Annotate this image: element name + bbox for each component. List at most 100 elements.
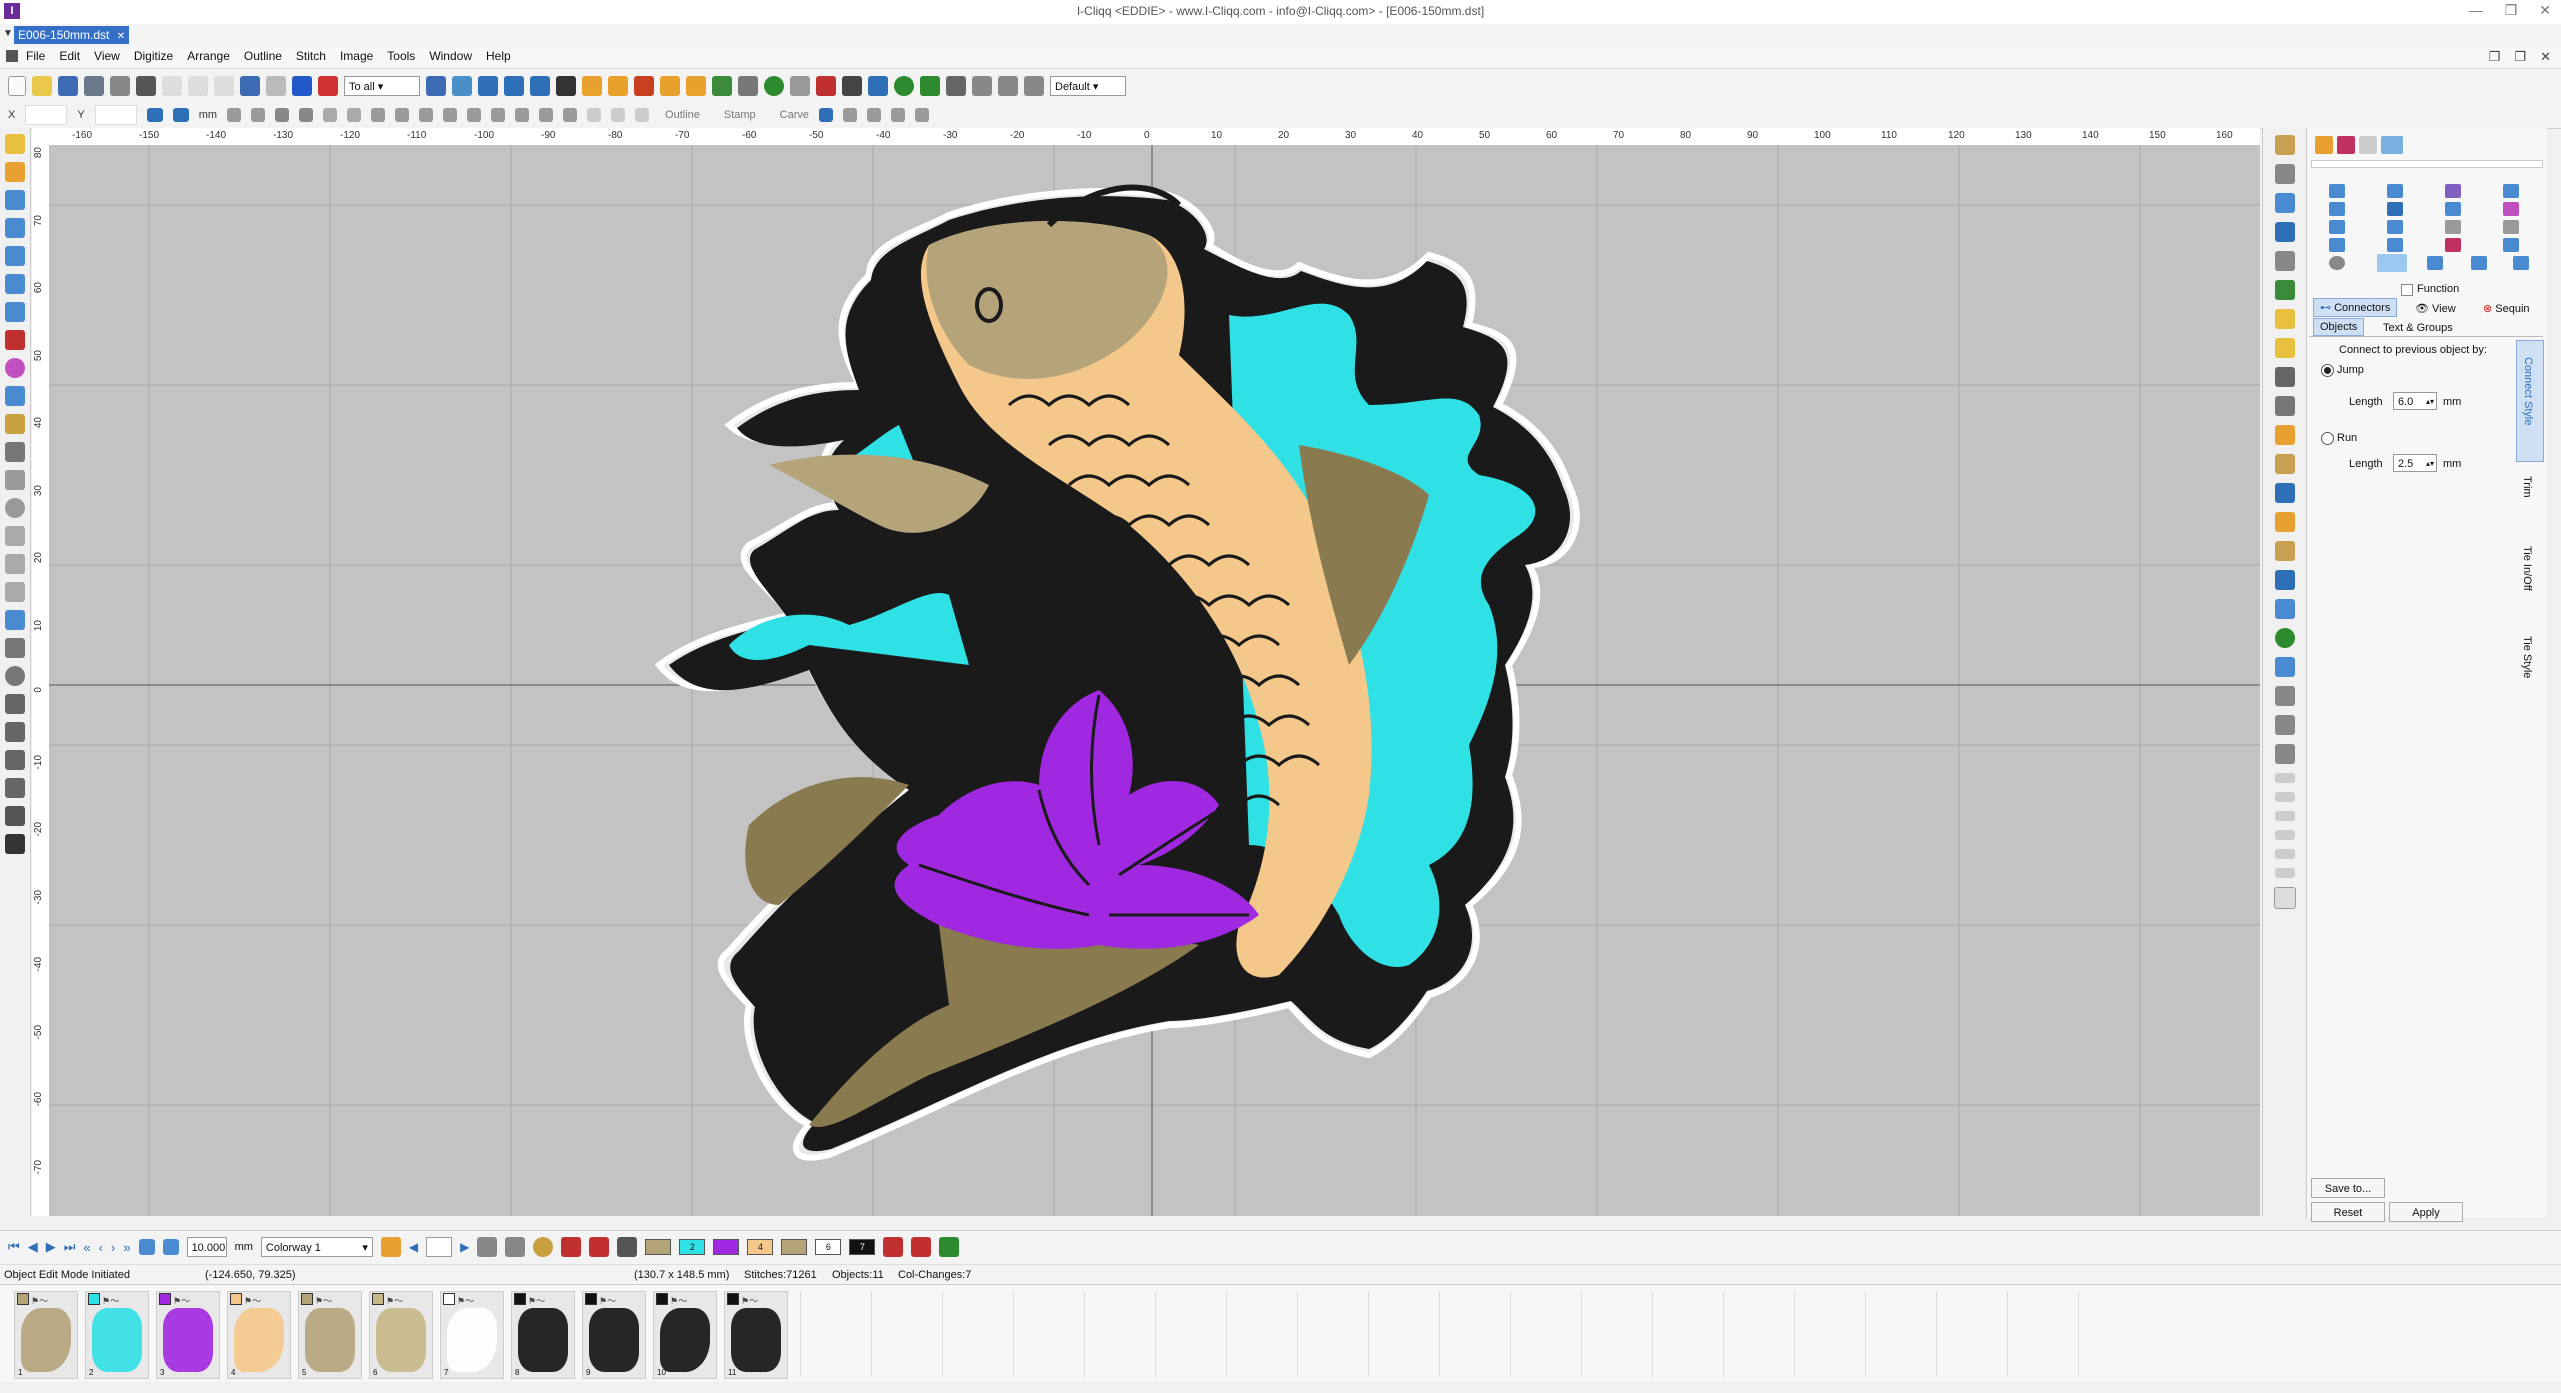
hoop-icon[interactable]	[842, 76, 862, 96]
properties-icon[interactable]	[426, 76, 446, 96]
circle-stitch-tool-icon[interactable]	[5, 498, 25, 518]
flag-icon[interactable]	[816, 76, 836, 96]
zoom-icon[interactable]	[946, 76, 966, 96]
thread-block[interactable]: ⚑〜 7	[440, 1291, 504, 1379]
save-icon[interactable]	[58, 76, 78, 96]
panel-scroll[interactable]	[2311, 160, 2543, 168]
select-tool-icon[interactable]	[5, 134, 25, 154]
connect-icon[interactable]	[2275, 570, 2295, 590]
next-color-icon[interactable]: ▶	[46, 1239, 56, 1255]
wrap-icon[interactable]	[891, 108, 906, 122]
swatch-next-icon[interactable]	[911, 1237, 932, 1257]
needle-icon[interactable]	[556, 76, 576, 96]
menu-digitize[interactable]: Digitize	[134, 49, 173, 63]
maximize-button[interactable]: ❐	[2505, 2, 2518, 19]
jump-length-input[interactable]: 6.0 ▴▾	[2393, 392, 2437, 410]
transform-icon[interactable]	[819, 108, 834, 122]
lightning-icon[interactable]	[915, 108, 930, 122]
path-tool-icon[interactable]	[5, 722, 25, 742]
eyedropper-tool-icon[interactable]	[5, 414, 25, 434]
stitch-type-13-icon[interactable]	[2329, 238, 2345, 252]
thread-merge-icon[interactable]	[589, 1237, 610, 1257]
swatch-7[interactable]: 7	[849, 1239, 876, 1255]
hand-tool-icon[interactable]	[5, 218, 25, 238]
knife-tool-icon[interactable]	[5, 638, 25, 658]
fill-color-icon[interactable]	[920, 76, 940, 96]
stitch-type-2-icon[interactable]	[2387, 184, 2403, 198]
link-icon[interactable]	[2275, 599, 2295, 619]
panel-doc-icon[interactable]	[2359, 136, 2377, 154]
slot-5-icon[interactable]	[2275, 849, 2295, 859]
menu-window[interactable]: Window	[429, 49, 472, 63]
align-icon[interactable]	[371, 108, 386, 122]
menu-arrange[interactable]: Arrange	[187, 49, 230, 63]
stop-icon[interactable]	[318, 76, 338, 96]
monogram-tool-icon[interactable]	[5, 358, 25, 378]
break-icon[interactable]	[467, 108, 482, 122]
forward-icon[interactable]: ›	[111, 1240, 115, 1255]
thread-block[interactable]: ⚑〜 8	[511, 1291, 575, 1379]
document-tab[interactable]: E006-150mm.dst ✕	[14, 26, 130, 44]
view-icon[interactable]	[452, 76, 472, 96]
rotate-icon[interactable]	[275, 108, 290, 122]
slot-4-icon[interactable]	[2275, 830, 2295, 840]
thread-block[interactable]: ⚑〜 4	[227, 1291, 291, 1379]
settings-icon[interactable]	[1024, 76, 1044, 96]
document-menu-icon[interactable]	[6, 50, 18, 62]
fill-tool-icon[interactable]	[5, 386, 25, 406]
outline-button[interactable]: Outline	[665, 109, 700, 121]
panel-image-icon[interactable]	[2381, 136, 2403, 154]
slot-6-icon[interactable]	[2275, 868, 2295, 878]
minimize-button[interactable]: —	[2469, 2, 2483, 19]
menu-help[interactable]: Help	[486, 49, 511, 63]
stitch-type-4-icon[interactable]	[2503, 184, 2519, 198]
stitch-view-icon[interactable]	[868, 76, 888, 96]
expand-icon[interactable]	[162, 1239, 179, 1255]
menu-outline[interactable]: Outline	[244, 49, 282, 63]
colorway-select[interactable]: Colorway 1 ▾	[260, 1237, 373, 1257]
frame-icon[interactable]	[2275, 309, 2295, 329]
tab-text-groups[interactable]: Text & Groups	[2377, 320, 2459, 336]
text-tool-icon[interactable]	[5, 330, 25, 350]
swatch-1[interactable]	[645, 1239, 672, 1255]
prev-color-icon[interactable]: ◀	[28, 1239, 38, 1255]
copy-icon[interactable]	[188, 76, 208, 96]
page-icon[interactable]	[2274, 887, 2296, 909]
show-outlines-icon[interactable]	[608, 76, 628, 96]
split-tool-icon[interactable]	[5, 750, 25, 770]
first-stitch-icon[interactable]: ⏮	[8, 1239, 20, 1255]
pin-icon[interactable]	[2275, 541, 2295, 561]
export-icon[interactable]	[84, 76, 104, 96]
stitch-type-10-icon[interactable]	[2387, 220, 2403, 234]
close-window-button[interactable]: ✕	[2539, 2, 2551, 19]
thread-chart-icon[interactable]	[533, 1237, 554, 1257]
stitch-type-14-icon[interactable]	[2387, 238, 2403, 252]
edit-nodes-icon[interactable]	[2275, 135, 2295, 155]
stitch-type-3-icon[interactable]	[2445, 184, 2461, 198]
scale-icon[interactable]	[2275, 251, 2295, 271]
colorway-swatch[interactable]	[426, 1237, 453, 1257]
swatch-4[interactable]: 4	[747, 1239, 774, 1255]
globe-icon[interactable]	[2275, 628, 2295, 648]
mdi-restore-button[interactable]: ❐	[2489, 49, 2501, 65]
thread-block[interactable]: ⚑〜 6	[369, 1291, 433, 1379]
y-field[interactable]	[94, 105, 137, 125]
apply-to-select[interactable]: To all ▾	[344, 76, 420, 96]
thread-edit-icon[interactable]	[477, 1237, 498, 1257]
thread-delete-icon[interactable]	[561, 1237, 582, 1257]
pen-icon[interactable]	[712, 76, 732, 96]
pattern-tool-icon[interactable]	[5, 526, 25, 546]
trace-tool-icon[interactable]	[5, 806, 25, 826]
rotate-view-icon[interactable]	[998, 76, 1018, 96]
distribute-icon[interactable]	[395, 108, 410, 122]
stitch-type-17-icon[interactable]	[2329, 256, 2345, 270]
reset-button[interactable]: Reset	[2311, 1202, 2385, 1222]
check-icon[interactable]	[2275, 280, 2295, 300]
thread-manager-icon[interactable]	[939, 1237, 960, 1257]
image-icon[interactable]	[478, 76, 498, 96]
weld-icon[interactable]	[515, 108, 530, 122]
grid-icon[interactable]	[2275, 338, 2295, 358]
stitch-type-1-icon[interactable]	[2329, 184, 2345, 198]
slot-2-icon[interactable]	[2275, 792, 2295, 802]
select-by-color-icon[interactable]	[2275, 193, 2295, 213]
